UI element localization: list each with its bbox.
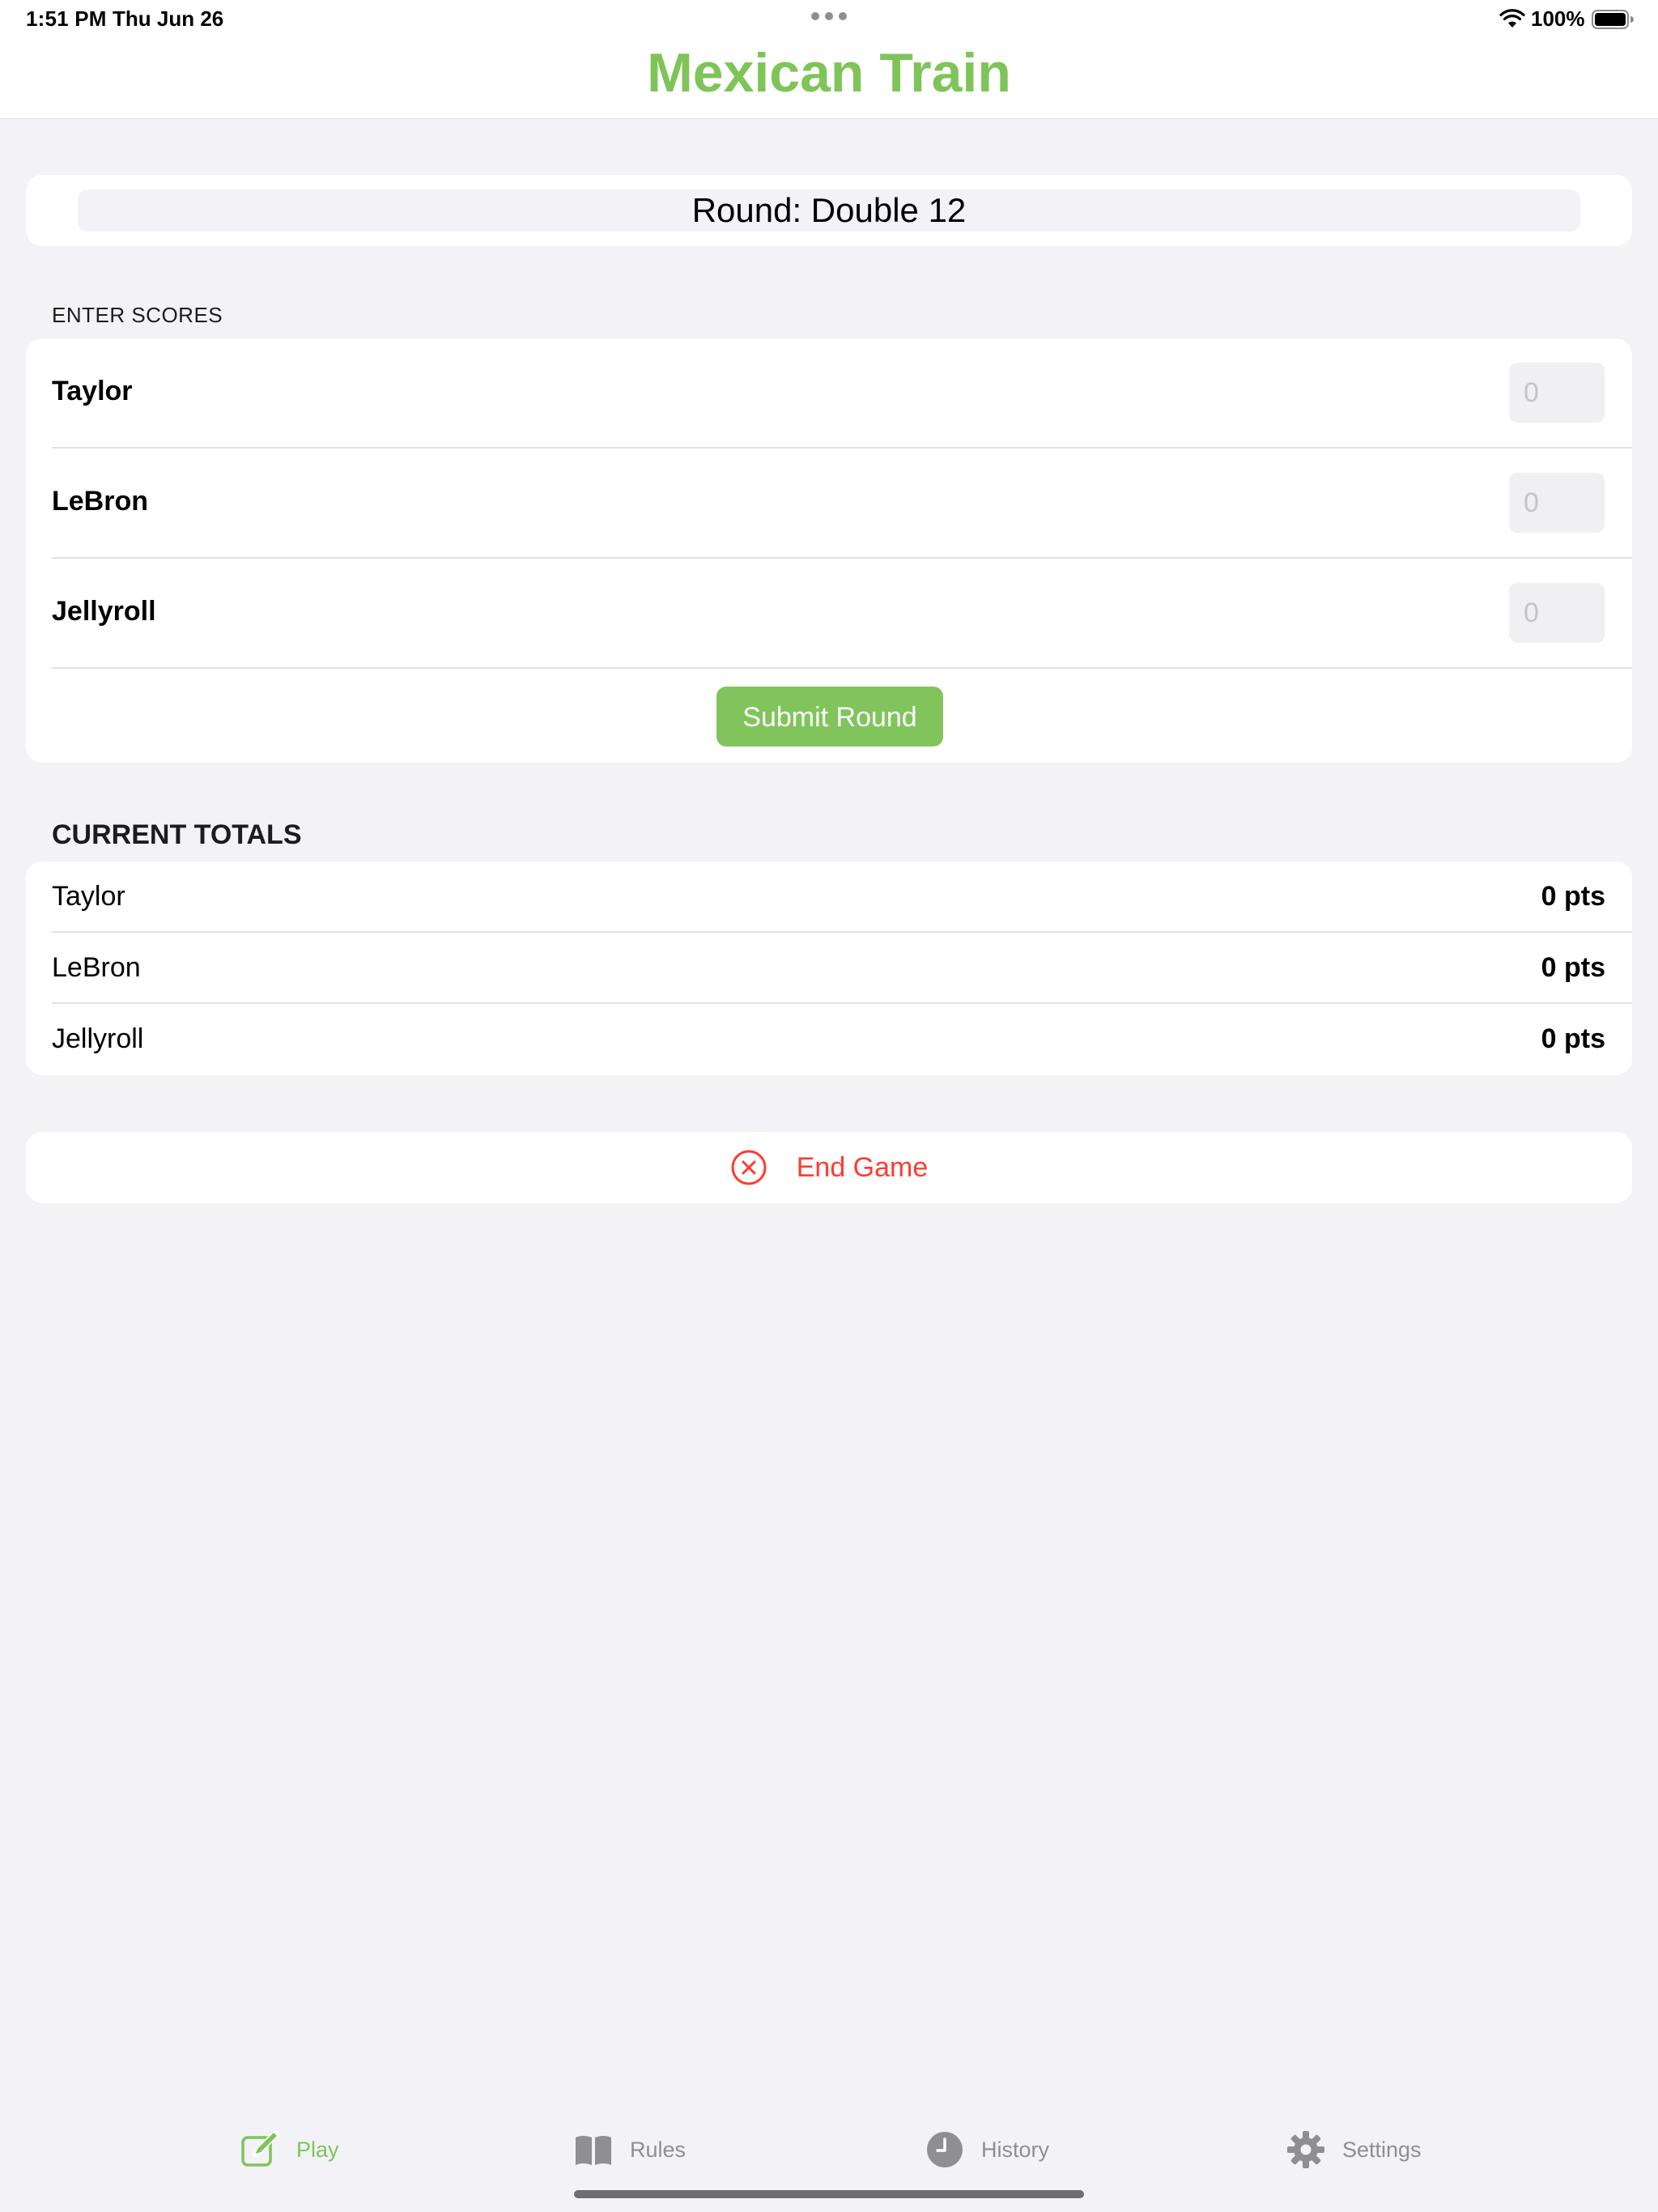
score-input-lebron[interactable] [1509, 473, 1605, 533]
round-picker[interactable]: Round: Double 12 [78, 189, 1580, 232]
tab-label: Rules [630, 2137, 687, 2162]
end-game-button[interactable]: End Game [26, 1132, 1632, 1203]
app-title: Mexican Train [647, 42, 1011, 104]
score-row-jellyroll: Jellyroll [26, 559, 1632, 669]
tab-rules[interactable]: Rules [573, 2113, 686, 2186]
gear-icon [1287, 2131, 1324, 2168]
current-totals-header: CURRENT TOTALS [52, 819, 302, 850]
player-points: 0 pts [1541, 952, 1605, 983]
book-icon [576, 2136, 611, 2165]
square-pencil-icon [241, 2130, 279, 2167]
player-points: 0 pts [1541, 881, 1605, 912]
submit-round-button[interactable]: Submit Round [716, 687, 943, 747]
status-date: Thu Jun 26 [113, 6, 224, 31]
status-time: 1:51 PM [26, 6, 107, 31]
player-points: 0 pts [1541, 1023, 1605, 1054]
home-indicator[interactable] [574, 2190, 1084, 2198]
status-bar: 1:51 PM Thu Jun 26 100% [0, 0, 1658, 39]
tab-label: Settings [1342, 2137, 1422, 2162]
tab-bar: Play Rules History Settings [0, 2113, 1658, 2186]
current-totals-card: Taylor 0 pts LeBron 0 pts Jellyroll 0 pt… [26, 861, 1632, 1075]
player-name: LeBron [52, 486, 148, 517]
score-input-taylor[interactable] [1509, 363, 1605, 423]
wifi-icon [1499, 9, 1525, 28]
total-row-jellyroll: Jellyroll 0 pts [26, 1004, 1632, 1075]
enter-scores-card: Taylor LeBron Jellyroll Submit Round [26, 338, 1632, 763]
tab-label: History [981, 2137, 1050, 2162]
tab-play[interactable]: Play [240, 2113, 339, 2186]
enter-scores-header: ENTER SCORES [52, 303, 223, 327]
score-input-jellyroll[interactable] [1509, 583, 1605, 643]
player-name: Taylor [52, 376, 133, 406]
score-row-lebron: LeBron [26, 449, 1632, 559]
tab-settings[interactable]: Settings [1286, 2113, 1422, 2186]
player-name: Jellyroll [52, 1023, 144, 1054]
row-divider [52, 667, 1632, 669]
player-name: Taylor [52, 881, 125, 912]
end-game-content[interactable]: End Game [26, 1132, 1632, 1203]
xmark-circle-icon [731, 1150, 767, 1185]
player-name: LeBron [52, 952, 141, 983]
score-row-taylor: Taylor [26, 338, 1632, 449]
round-card: Round: Double 12 [26, 175, 1632, 246]
total-row-lebron: LeBron 0 pts [26, 933, 1632, 1004]
battery-percentage: 100% [1531, 6, 1585, 31]
multitasking-dots-icon[interactable] [811, 12, 847, 22]
total-row-taylor: Taylor 0 pts [26, 861, 1632, 933]
end-game-label: End Game [796, 1151, 929, 1183]
battery-full-icon [1592, 10, 1634, 29]
navigation-bar: Mexican Train [0, 39, 1658, 119]
tab-label: Play [296, 2137, 339, 2162]
tab-history[interactable]: History [925, 2113, 1049, 2186]
clock-icon [927, 2132, 963, 2167]
player-name: Jellyroll [52, 596, 156, 627]
